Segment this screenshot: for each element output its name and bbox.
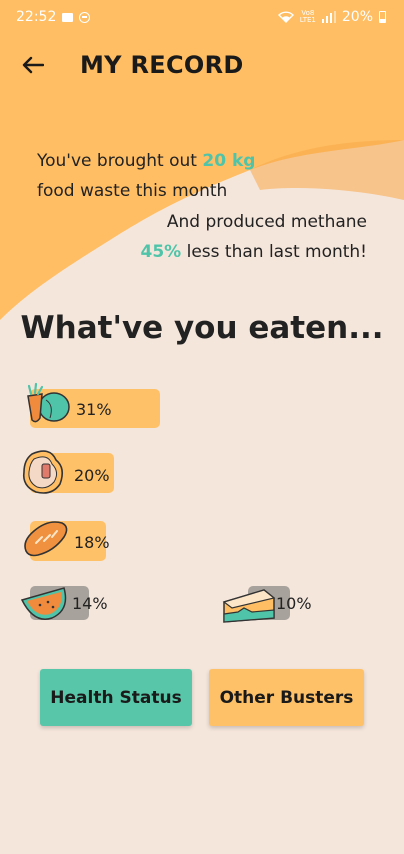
food-percent: 10% — [276, 594, 312, 613]
status-time: 22:52 — [16, 9, 57, 25]
food-percent: 14% — [72, 594, 108, 613]
waste-summary-line: You've brought out 20 kg — [37, 151, 256, 171]
arrow-left-icon — [22, 56, 44, 74]
steak-icon — [22, 450, 64, 494]
section-title: What've you eaten... — [20, 310, 384, 346]
wifi-icon — [277, 11, 294, 23]
image-icon — [62, 12, 74, 22]
cake-icon — [222, 589, 276, 623]
volte-indicator: Vo8 LTE1 — [299, 9, 316, 24]
dnd-icon — [79, 11, 91, 23]
food-item-bread: 18% — [0, 513, 200, 565]
back-button[interactable] — [16, 48, 50, 82]
battery-icon — [379, 11, 386, 23]
melon-icon — [20, 587, 67, 620]
food-percent: 20% — [74, 466, 110, 485]
methane-summary-line: And produced methane — [166, 212, 367, 232]
battery-percent: 20% — [341, 9, 373, 25]
status-bar: 22:52 Vo8 LTE1 20% — [0, 0, 404, 34]
bread-icon — [24, 521, 68, 557]
food-item-vegetables: 31% — [0, 380, 200, 432]
other-busters-button[interactable]: Other Busters — [209, 669, 364, 726]
food-item-meat: 20% — [0, 444, 200, 500]
health-status-button[interactable]: Health Status — [40, 669, 192, 726]
page-title: MY RECORD — [80, 51, 244, 79]
carrot-cabbage-icon — [27, 382, 70, 423]
food-item-cake: 10% — [218, 580, 378, 626]
methane-summary-line-2: 45% less than last month! — [140, 242, 368, 262]
food-item-fruit: 14% — [0, 580, 200, 626]
food-percent: 31% — [76, 400, 112, 419]
waste-summary-line-2: food waste this month — [37, 181, 228, 201]
app-header: MY RECORD — [0, 40, 404, 90]
signal-icon — [321, 11, 336, 23]
methane-percent: 45% — [140, 242, 182, 262]
food-percent: 18% — [74, 533, 110, 552]
waste-amount: 20 kg — [202, 151, 256, 171]
